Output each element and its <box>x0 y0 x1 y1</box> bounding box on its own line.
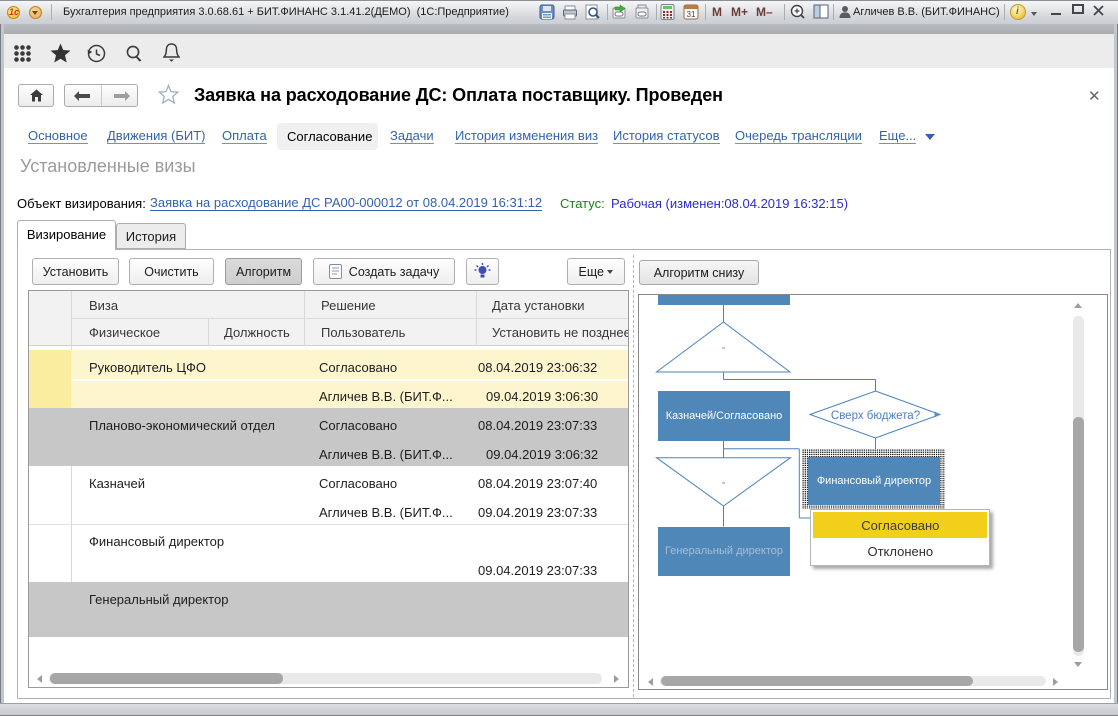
svg-text:-: - <box>722 475 726 489</box>
svg-text:31: 31 <box>687 10 696 19</box>
svg-text:-: - <box>722 340 726 354</box>
svg-text:Сверх бюджета?: Сверх бюджета? <box>831 410 920 422</box>
